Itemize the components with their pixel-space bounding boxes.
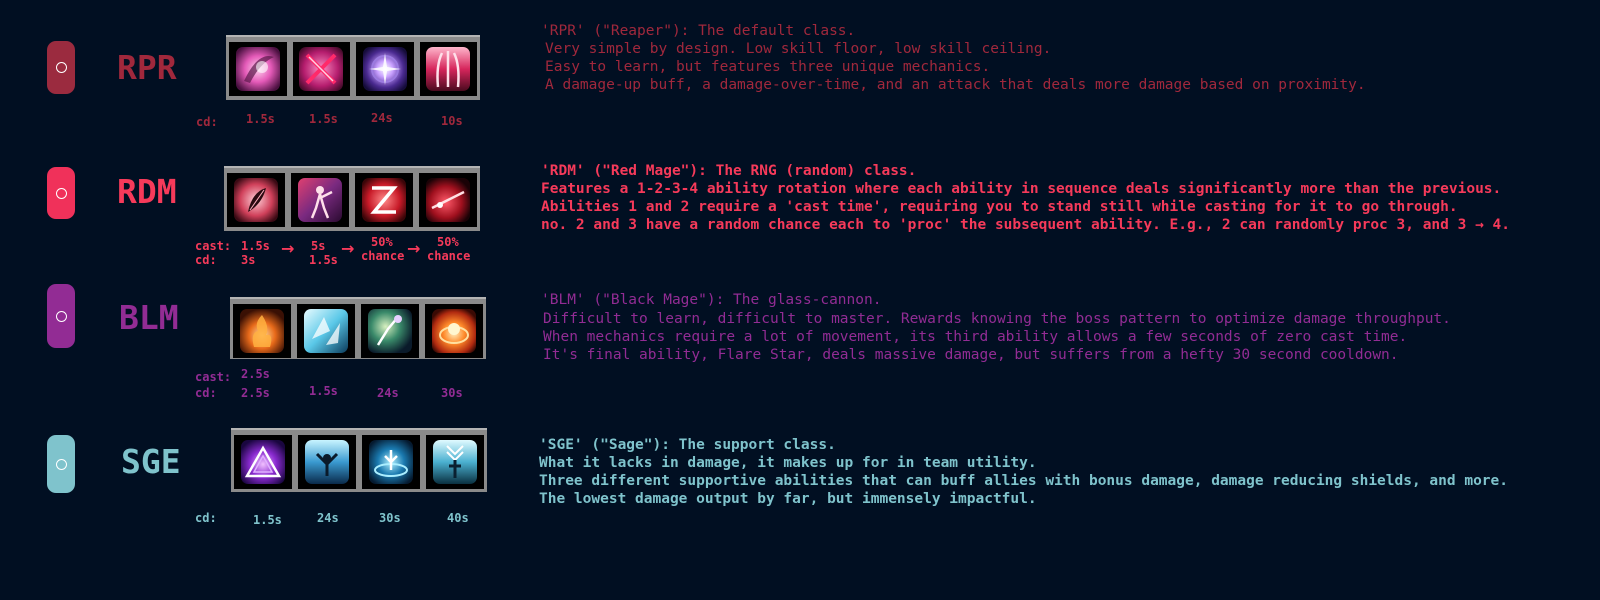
rpr-skill-slot-4[interactable] xyxy=(419,42,477,96)
rpr-cd-3: 24s xyxy=(371,111,393,125)
sage-pillar-icon xyxy=(433,440,477,484)
blm-description: 'BLM' ("Black Mage"): The glass-cannon. … xyxy=(541,291,1451,364)
sge-cd-4: 40s xyxy=(447,511,469,525)
rpr-skill-slot-2[interactable] xyxy=(292,42,350,96)
blm-cd-1: 2.5s xyxy=(241,386,270,400)
blm-cd-2: 1.5s xyxy=(309,384,338,398)
red-mage-rapier-icon xyxy=(426,178,470,222)
rdm-skill-slot-2[interactable] xyxy=(291,173,349,227)
rpr-desc-line-2: Easy to learn, but features three unique… xyxy=(545,59,991,75)
rpr-skill-bar xyxy=(226,35,480,100)
sge-skill-slot-2[interactable] xyxy=(298,435,356,489)
radio-ring-icon xyxy=(55,310,67,322)
sge-skill-slot-4[interactable] xyxy=(426,435,484,489)
blm-skill-bar xyxy=(230,297,486,359)
blm-cd-label: cd: xyxy=(195,386,217,400)
rdm-skill-slot-3[interactable] xyxy=(355,173,413,227)
sge-class-name: SGE xyxy=(121,442,181,481)
blm-skill-slot-2[interactable] xyxy=(297,304,355,358)
rpr-cd-1: 1.5s xyxy=(246,112,275,126)
sge-skill-slot-3[interactable] xyxy=(362,435,420,489)
sage-triangle-icon xyxy=(241,440,285,484)
rdm-desc-line-3: no. 2 and 3 have a random chance each to… xyxy=(541,217,1511,233)
rdm-arrow-3: → xyxy=(407,239,421,258)
leyline-icon xyxy=(368,309,412,353)
rpr-cd-2: 1.5s xyxy=(309,112,338,126)
blm-class-name: BLM xyxy=(119,298,179,337)
blm-cd-3: 24s xyxy=(377,386,399,400)
radio-ring-icon xyxy=(55,62,67,73)
rdm-cast-4: 50% xyxy=(437,235,459,249)
fire-icon xyxy=(240,309,284,353)
blm-desc-title: 'BLM' ("Black Mage"): The glass-cannon. xyxy=(541,292,882,308)
rdm-description: 'RDM' ("Red Mage"): The RNG (random) cla… xyxy=(541,162,1510,234)
sge-cd-2: 24s xyxy=(317,511,339,525)
red-mage-rose-icon xyxy=(234,178,278,222)
rpr-desc-line-1: Very simple by design. Low skill floor, … xyxy=(545,41,1052,57)
sge-desc-line-1: What it lacks in damage, it makes up for… xyxy=(539,455,1037,471)
reaper-cross-icon xyxy=(299,47,344,91)
rdm-cd-1: 3s xyxy=(241,253,256,267)
rdm-arrow-1: → xyxy=(281,239,295,258)
sge-skill-slot-1[interactable] xyxy=(234,435,292,489)
rdm-chance-3: chance xyxy=(361,249,405,263)
sge-skill-bar xyxy=(231,428,487,492)
blm-cd-4: 30s xyxy=(441,386,463,400)
sge-class-toggle[interactable] xyxy=(47,435,75,493)
rdm-skill-bar xyxy=(224,166,480,231)
rpr-desc-line-3: A damage-up buff, a damage-over-time, an… xyxy=(545,77,1366,93)
red-mage-figure-icon xyxy=(298,178,342,222)
sge-cd-3: 30s xyxy=(379,511,401,525)
sage-shield-icon xyxy=(369,440,413,484)
rdm-cast-1: 1.5s xyxy=(241,239,270,253)
rpr-class-name: RPR xyxy=(117,48,177,87)
rpr-class-toggle[interactable] xyxy=(47,41,75,94)
rdm-chance-4: chance xyxy=(427,250,471,261)
reaper-slash-icon xyxy=(235,47,280,91)
rdm-skill-slot-1[interactable] xyxy=(227,173,285,227)
blm-desc-line-2: When mechanics require a lot of movement… xyxy=(543,329,1408,345)
blm-skill-slot-3[interactable] xyxy=(361,304,419,358)
rdm-cd-label: cd: xyxy=(195,253,217,267)
ice-crystal-icon xyxy=(304,309,348,353)
rdm-class-toggle[interactable] xyxy=(47,167,75,219)
sge-cd-1: 1.5s xyxy=(253,513,282,527)
sge-desc-line-3: The lowest damage output by far, but imm… xyxy=(539,491,1037,507)
reaper-claw-icon xyxy=(426,47,471,91)
radio-ring-icon xyxy=(55,187,67,199)
blm-cast-1: 2.5s xyxy=(241,367,270,381)
rdm-cast-label: cast: xyxy=(195,239,232,253)
sge-description: 'SGE' ("Sage"): The support class. What … xyxy=(539,436,1508,508)
rdm-desc-line-1: Features a 1-2-3-4 ability rotation wher… xyxy=(541,181,1502,197)
red-mage-zigzag-icon xyxy=(362,178,406,222)
rpr-skill-slot-3[interactable] xyxy=(356,42,414,96)
rdm-skill-slot-4[interactable] xyxy=(419,173,477,227)
sge-desc-line-2: Three different supportive abilities tha… xyxy=(539,473,1509,489)
rpr-description: 'RPR' ("Reaper"): The default class. Ver… xyxy=(541,22,1366,94)
radio-ring-icon xyxy=(55,458,67,470)
sge-cd-label: cd: xyxy=(195,511,217,525)
blm-cast-label: cast: xyxy=(195,370,232,384)
rdm-desc-line-2: Abilities 1 and 2 require a 'cast time',… xyxy=(541,199,1458,215)
blm-class-toggle[interactable] xyxy=(47,284,75,348)
blm-skill-slot-4[interactable] xyxy=(425,304,483,358)
rpr-cd-4: 10s xyxy=(441,114,463,128)
class-select-screen: RPR cd: 1.5s 1.5s 24s 10s 'RPR' ("Reaper… xyxy=(0,0,1600,600)
rdm-cast-2: 5s xyxy=(311,239,326,253)
flare-star-icon xyxy=(432,309,476,353)
rpr-desc-title: 'RPR' ("Reaper"): The default class. xyxy=(541,23,856,39)
rdm-desc-title: 'RDM' ("Red Mage"): The RNG (random) cla… xyxy=(541,163,917,179)
rdm-cast-3: 50% xyxy=(371,235,393,249)
rdm-cd-2: 1.5s xyxy=(309,253,338,267)
sge-desc-title: 'SGE' ("Sage"): The support class. xyxy=(539,437,836,453)
rdm-class-name: RDM xyxy=(117,172,177,211)
reaper-orb-icon xyxy=(362,47,407,91)
sage-raise-icon xyxy=(305,440,349,484)
rdm-arrow-2: → xyxy=(341,239,355,258)
rpr-skill-slot-1[interactable] xyxy=(229,42,287,96)
blm-skill-slot-1[interactable] xyxy=(233,304,291,358)
blm-desc-line-3: It's final ability, Flare Star, deals ma… xyxy=(543,347,1399,363)
rpr-cd-label: cd: xyxy=(196,115,218,129)
blm-desc-line-1: Difficult to learn, difficult to master.… xyxy=(543,311,1451,327)
